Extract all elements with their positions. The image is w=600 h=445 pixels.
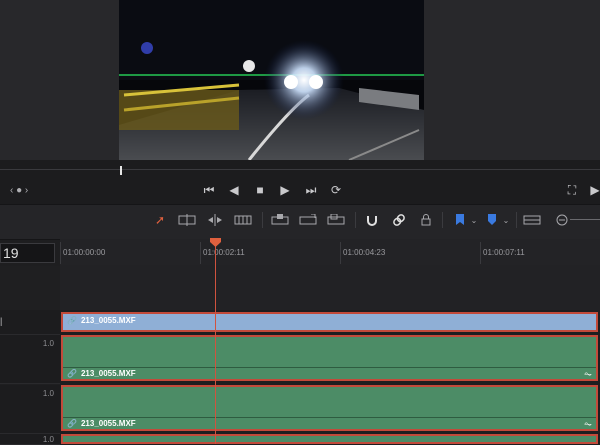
selection-tool-icon[interactable]: ➚ bbox=[150, 211, 170, 229]
trim-tool-icon[interactable] bbox=[177, 211, 197, 229]
video-clip[interactable]: 🔗 213_0055.MXF bbox=[61, 312, 598, 332]
zoom-fit-icon[interactable] bbox=[522, 211, 542, 229]
video-frame bbox=[119, 0, 424, 160]
go-to-end-button[interactable]: ⏭ bbox=[302, 184, 320, 196]
replace-clip-icon[interactable] bbox=[326, 211, 346, 229]
timecode-display[interactable]: 19 bbox=[0, 243, 55, 263]
viewer-playhead[interactable] bbox=[120, 166, 122, 175]
linked-selection-icon[interactable] bbox=[389, 211, 409, 229]
dynamic-trim-icon[interactable] bbox=[205, 211, 225, 229]
snapping-icon[interactable] bbox=[362, 211, 382, 229]
insert-clip-icon[interactable] bbox=[270, 211, 290, 229]
loop-button[interactable]: ⟳ bbox=[328, 184, 344, 196]
link-icon: 🔗 bbox=[67, 316, 77, 325]
zoom-out-icon[interactable] bbox=[552, 211, 572, 229]
toolbar-divider bbox=[262, 212, 263, 228]
link-icon: 🔗 bbox=[67, 369, 77, 378]
ruler-timecode: 01:00:04:23 bbox=[343, 248, 386, 257]
ruler-tick bbox=[340, 242, 341, 264]
ruler-tick bbox=[200, 242, 201, 264]
toolbar-divider bbox=[355, 212, 356, 228]
ruler-timecode: 01:00:07:11 bbox=[483, 248, 525, 257]
ruler-timecode: 01:00:00:00 bbox=[63, 248, 106, 257]
ruler-tick bbox=[60, 242, 61, 264]
audio-clip-1[interactable]: 🔗 213_0055.MXF ⏦ bbox=[61, 335, 598, 381]
audio-clip-3[interactable] bbox=[61, 434, 598, 444]
fade-handle-icon[interactable]: ⏦ bbox=[584, 419, 592, 430]
clip-nav[interactable]: ‹ ● › bbox=[10, 185, 28, 196]
audio-clip-2[interactable]: 🔗 213_0055.MXF ⏦ bbox=[61, 385, 598, 431]
play-button[interactable]: ▶ bbox=[277, 184, 293, 196]
audio-level: 1.0 bbox=[42, 435, 54, 444]
audio-track-header-1[interactable]: 1.0 bbox=[0, 335, 60, 384]
audio-level: 1.0 bbox=[42, 339, 54, 348]
clip-name: 213_0055.MXF bbox=[80, 419, 136, 428]
timeline-playhead-line[interactable] bbox=[215, 242, 216, 444]
ruler-timecode: 01:00:02:11 bbox=[203, 248, 245, 257]
video-track-header[interactable]: | bbox=[0, 310, 60, 335]
blade-tool-icon[interactable] bbox=[233, 211, 253, 229]
next-icon[interactable]: ▶ bbox=[590, 184, 600, 196]
audio-level-line bbox=[63, 417, 596, 418]
play-reverse-button[interactable]: ◀ bbox=[226, 184, 242, 196]
audio-track-header-3[interactable]: 1.0 bbox=[0, 434, 60, 445]
zoom-slider[interactable] bbox=[570, 219, 600, 220]
link-icon: 🔗 bbox=[67, 419, 77, 428]
ruler-tick bbox=[480, 242, 481, 264]
track-marker-icon: | bbox=[0, 316, 3, 326]
lock-icon[interactable] bbox=[416, 211, 436, 229]
clip-name: 213_0055.MXF bbox=[80, 369, 136, 378]
marker-dropdown-icon[interactable]: ⌄ bbox=[496, 211, 516, 229]
fade-handle-icon[interactable]: ⏦ bbox=[584, 369, 592, 380]
clip-name: 213_0055.MXF bbox=[80, 316, 136, 325]
go-to-start-button[interactable]: ⏮ bbox=[200, 184, 218, 196]
scrubber-track bbox=[0, 169, 600, 170]
stop-button[interactable]: ■ bbox=[252, 184, 268, 196]
toolbar-divider bbox=[516, 212, 517, 228]
audio-level: 1.0 bbox=[42, 389, 54, 398]
transport-bar bbox=[0, 178, 600, 204]
toolbar-divider bbox=[442, 212, 443, 228]
audio-track-header-2[interactable]: 1.0 bbox=[0, 385, 60, 434]
overwrite-clip-icon[interactable] bbox=[298, 211, 318, 229]
flag-dropdown-icon[interactable]: ⌄ bbox=[464, 211, 484, 229]
audio-level-line bbox=[63, 367, 596, 368]
fullscreen-icon[interactable]: ⛶ bbox=[564, 184, 580, 196]
timeline-empty-area[interactable] bbox=[60, 265, 600, 310]
